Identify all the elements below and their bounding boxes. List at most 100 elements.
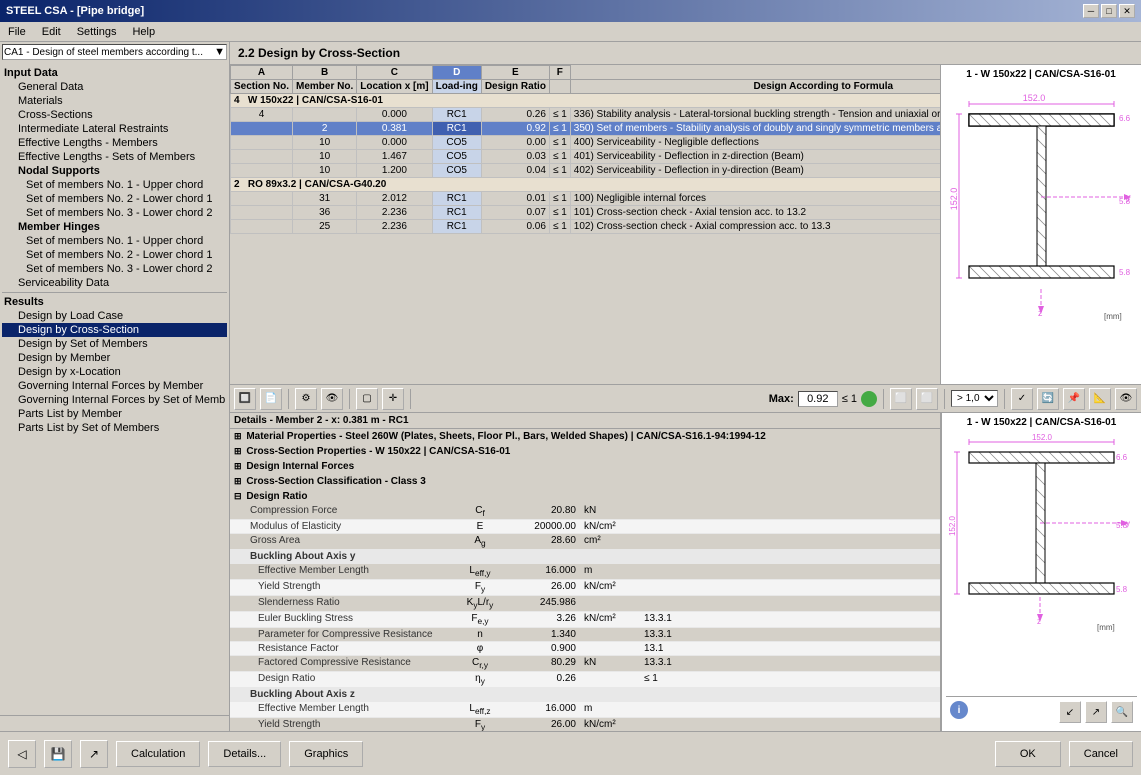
toolbar-btn-pin[interactable]: 📌 — [1063, 388, 1085, 410]
detail-label-eff-length-y: Effective Member Length — [230, 564, 450, 579]
toolbar-btn-cross[interactable]: ✛ — [382, 388, 404, 410]
details-section-material[interactable]: ⊞ Material Properties - Steel 260W (Plat… — [230, 429, 940, 444]
cell-leq: ≤ 1 — [549, 150, 570, 164]
group-row-section4: 4 W 150x22 | CAN/CSA-S16-01 — [231, 94, 942, 108]
menu-settings[interactable]: Settings — [73, 25, 121, 39]
toolbar-btn-diagram[interactable]: 📐 — [1089, 388, 1111, 410]
maximize-button[interactable]: □ — [1101, 4, 1117, 18]
details-section-cross[interactable]: ⊞ Cross-Section Properties - W 150x22 | … — [230, 444, 940, 459]
detail-value-cr-y: 80.29 — [510, 656, 580, 671]
cell-loading: RC1 — [432, 220, 481, 234]
toolbar-btn-select[interactable]: ▢ — [356, 388, 378, 410]
cell-ratio: 0.04 — [481, 164, 549, 178]
detail-label-yield-y: Yield Strength — [230, 580, 450, 595]
svg-text:152.0: 152.0 — [1032, 433, 1053, 442]
sidebar-item-nodal-1[interactable]: Set of members No. 1 - Upper chord — [2, 178, 227, 192]
cell-section — [231, 206, 293, 220]
sidebar-item-lateral-restraints[interactable]: Intermediate Lateral Restraints — [2, 122, 227, 136]
sidebar-item-design-set-members[interactable]: Design by Set of Members — [2, 337, 227, 351]
detail-row-cr-y: Factored Compressive Resistance Cr,y 80.… — [230, 656, 940, 672]
nav-export-button[interactable]: ↗ — [80, 740, 108, 768]
cs-prev-button[interactable]: ↙ — [1059, 701, 1081, 723]
details-button[interactable]: Details... — [208, 741, 281, 767]
cell-ratio: 0.07 — [481, 206, 549, 220]
nav-prev-button[interactable]: ◁ — [8, 740, 36, 768]
toolbar-btn-view[interactable]: 👁 — [321, 388, 343, 410]
detail-value-yield-y: 26.00 — [510, 580, 580, 595]
table-row[interactable]: 10 0.000 CO5 0.00 ≤ 1 400) Serviceabilit… — [231, 136, 942, 150]
toolbar-btn-zoom-in[interactable]: ⚙ — [295, 388, 317, 410]
toolbar-btn-robot1[interactable]: ⬜ — [890, 388, 912, 410]
col-header-d: D — [432, 66, 481, 80]
details-section-classification[interactable]: ⊞ Cross-Section Classification - Class 3 — [230, 474, 940, 489]
cancel-button[interactable]: Cancel — [1069, 741, 1133, 767]
menu-edit[interactable]: Edit — [38, 25, 65, 39]
separator5 — [944, 389, 945, 409]
sidebar-item-eff-lengths-sets[interactable]: Effective Lengths - Sets of Members — [2, 150, 227, 164]
sidebar-item-materials[interactable]: Materials — [2, 94, 227, 108]
sidebar-item-hinge-2[interactable]: Set of members No. 2 - Lower chord 1 — [2, 248, 227, 262]
sidebar-item-design-member[interactable]: Design by Member — [2, 351, 227, 365]
cell-leq: ≤ 1 — [549, 122, 570, 136]
sidebar-item-eff-lengths-members[interactable]: Effective Lengths - Members — [2, 136, 227, 150]
sidebar-item-governing-set[interactable]: Governing Internal Forces by Set of Memb — [2, 393, 227, 407]
calculation-button[interactable]: Calculation — [116, 741, 200, 767]
sidebar-item-hinge-3[interactable]: Set of members No. 3 - Lower chord 2 — [2, 262, 227, 276]
sidebar-item-hinge-1[interactable]: Set of members No. 1 - Upper chord — [2, 234, 227, 248]
sidebar-item-general-data[interactable]: General Data — [2, 80, 227, 94]
sidebar-item-serviceability[interactable]: Serviceability Data — [2, 276, 227, 290]
results-table: A B C D E F Section No. Member No. Locat… — [230, 65, 941, 234]
toolbar-btn-check2[interactable]: 🔄 — [1037, 388, 1059, 410]
toolbar-btn-eye[interactable]: 👁 — [1115, 388, 1137, 410]
sidebar-item-nodal-3[interactable]: Set of members No. 3 - Lower chord 2 — [2, 206, 227, 220]
toolbar-btn-robot2[interactable]: ⬜ — [916, 388, 938, 410]
details-section-internal[interactable]: ⊞ Design Internal Forces — [230, 459, 940, 474]
sidebar-item-cross-sections[interactable]: Cross-Sections — [2, 108, 227, 122]
cs-zoom-button[interactable]: 🔍 — [1111, 701, 1133, 723]
detail-row-slender-y: Slenderness Ratio KyL/ry 245.986 — [230, 596, 940, 612]
table-row[interactable]: 10 1.200 CO5 0.04 ≤ 1 402) Serviceabilit… — [231, 164, 942, 178]
threshold-select[interactable]: > 1,0 — [951, 390, 998, 407]
detail-symbol-resist-factor: φ — [450, 642, 510, 655]
sidebar-item-design-cross-section[interactable]: Design by Cross-Section — [2, 323, 227, 337]
table-row[interactable]: 10 1.467 CO5 0.03 ≤ 1 401) Serviceabilit… — [231, 150, 942, 164]
menu-file[interactable]: File — [4, 25, 30, 39]
detail-ref-compression — [640, 504, 648, 519]
toolbar-btn-check1[interactable]: ✓ — [1011, 388, 1033, 410]
ok-button[interactable]: OK — [995, 741, 1061, 767]
sidebar-item-design-load-case[interactable]: Design by Load Case — [2, 309, 227, 323]
separator6 — [1004, 389, 1005, 409]
cell-ratio: 0.26 — [481, 108, 549, 122]
table-row[interactable]: 25 2.236 RC1 0.06 ≤ 1 102) Cross-section… — [231, 220, 942, 234]
cs-detail-upper: 1 - W 150x22 | CAN/CSA-S16-01 — [949, 417, 1134, 635]
cell-loading: RC1 — [432, 108, 481, 122]
input-data-section: Input Data — [2, 66, 227, 80]
sidebar-dropdown[interactable]: CA1 - Design of steel members according … — [2, 44, 227, 60]
graphics-button[interactable]: Graphics — [289, 741, 363, 767]
nav-save-button[interactable]: 💾 — [44, 740, 72, 768]
cross-section-detail-panel: 1 - W 150x22 | CAN/CSA-S16-01 — [941, 413, 1141, 731]
toolbar-btn-filter[interactable]: 🔲 — [234, 388, 256, 410]
sidebar-item-design-x-location[interactable]: Design by x-Location — [2, 365, 227, 379]
table-row-selected[interactable]: 2 0.381 RC1 0.92 ≤ 1 350) Set of members… — [231, 122, 942, 136]
sidebar-item-nodal-2[interactable]: Set of members No. 2 - Lower chord 1 — [2, 192, 227, 206]
menu-help[interactable]: Help — [128, 25, 159, 39]
details-section-design-ratio[interactable]: ⊟ Design Ratio — [230, 489, 940, 504]
sidebar-item-parts-list-set[interactable]: Parts List by Set of Members — [2, 421, 227, 435]
sidebar-item-parts-list-member[interactable]: Parts List by Member — [2, 407, 227, 421]
detail-ref-euler-y: 13.3.1 — [640, 612, 676, 627]
table-row[interactable]: 31 2.012 RC1 0.01 ≤ 1 100) Negligible in… — [231, 192, 942, 206]
minimize-button[interactable]: ─ — [1083, 4, 1099, 18]
close-button[interactable]: ✕ — [1119, 4, 1135, 18]
cell-loading: RC1 — [432, 206, 481, 220]
detail-label-param-y: Parameter for Compressive Resistance — [230, 628, 450, 641]
cs-next-button[interactable]: ↗ — [1085, 701, 1107, 723]
sidebar-item-governing-member[interactable]: Governing Internal Forces by Member — [2, 379, 227, 393]
cross-section-svg: 152.0 152.0 6.6 5.8 — [949, 84, 1134, 324]
toolbar-btn-print[interactable]: 📄 — [260, 388, 282, 410]
info-icon[interactable]: i — [950, 701, 968, 719]
table-row[interactable]: 4 0.000 RC1 0.26 ≤ 1 336) Stability anal… — [231, 108, 942, 122]
svg-text:152.0: 152.0 — [1022, 93, 1045, 103]
detail-unit-yield-y: kN/cm² — [580, 580, 640, 595]
table-row[interactable]: 36 2.236 RC1 0.07 ≤ 1 101) Cross-section… — [231, 206, 942, 220]
